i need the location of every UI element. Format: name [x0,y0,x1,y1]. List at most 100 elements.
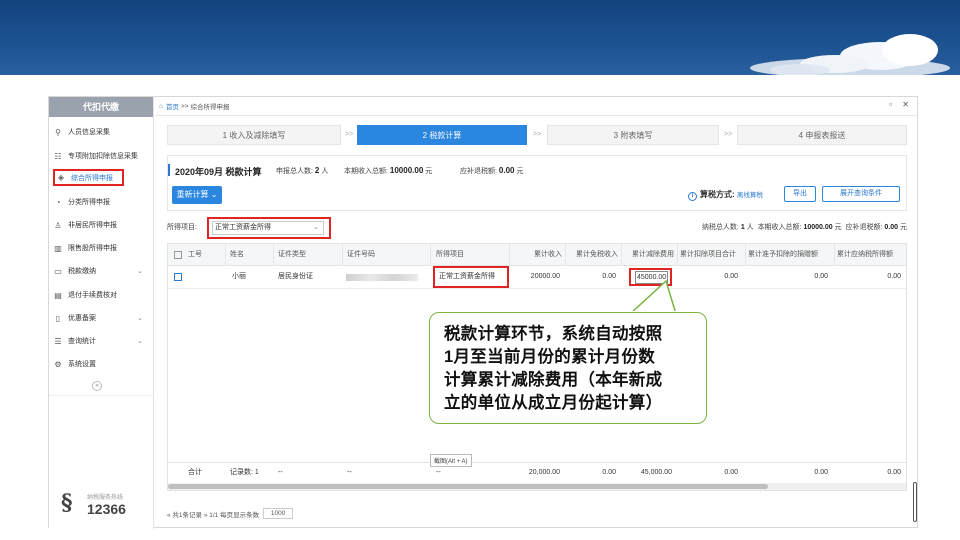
hotline-label: 纳税服务热线 [87,495,124,501]
header-id: 工号 [188,251,202,258]
folder-icon: ▭ [54,266,62,276]
sidebar-item-label: 优惠备案 [68,315,96,322]
row-cum-income: 20000.00 [530,273,560,280]
header-cum-deduction: 累计减除费用 [632,251,674,258]
header-id-type: 证件类型 [278,251,306,258]
export-button[interactable]: 导出 [784,186,816,202]
breadcrumb-separator: >> [180,102,189,110]
income-item-label: 所得项目: [167,224,197,231]
sidebar-item-label: 税款缴纳 [68,268,96,275]
summary-panel: 2020年09月 税款计算 申报总人数: 2 人 本期收入总额: 10000.0… [167,155,907,211]
header-income-item: 所得项目 [436,251,464,258]
tax-method: i 算税方式: 离线算税 [688,189,763,201]
hotline-number: 12366 [87,501,126,517]
sidebar-item-label: 非居民所得申报 [68,222,117,229]
collapse-sidebar-button[interactable]: « [92,381,102,391]
gear-icon: ⚙ [54,359,62,369]
scroll-thumb[interactable] [168,484,768,489]
header-cum-taxable: 累计应纳税所得额 [837,251,893,258]
sidebar-item-comprehensive-income[interactable]: ◈ 综合所得申报 [53,169,124,186]
sidebar: 代扣代缴 ⚲ 人员信息采集 ☷ 专项附加扣除信息采集 ◈ 综合所得申报 ◔ 分类所得申报… [49,97,154,529]
callout-line-3: 计算累计减除费用（本年新成 [444,371,663,389]
recalculate-button[interactable]: 重新计算 ⌄ [172,186,222,204]
sidebar-item-preferential[interactable]: ▯ 优惠备案 ⌄ [53,310,151,326]
sidebar-item-label: 人员信息采集 [68,129,110,136]
screenshot-tooltip: 截图(Alt + A) [430,454,472,467]
header-cum-income: 累计收入 [534,251,562,258]
highlight-box: 正常工资薪金所得 ⌄ [207,217,331,239]
hotline-block: § 纳税服务热线 12366 [61,490,149,522]
chevron-down-icon: ⌄ [137,315,143,322]
step-separator: >> [345,131,354,138]
header-id-number: 证件号码 [347,251,375,258]
callout-pointer [628,280,678,316]
pie-icon: ◔ [55,197,61,207]
header-cum-donation: 累计准予扣除的捐赠额 [748,251,818,258]
sidebar-item-label: 分类所得申报 [68,199,110,206]
step-separator: >> [724,131,733,138]
callout-line-4: 立的单位从成立月份起计算） [444,394,663,412]
sidebar-item-restricted-stock[interactable]: ▥ 限售股所得申报 [53,240,151,256]
sidebar-item-label: 综合所得申报 [71,174,113,182]
row-cum-donation: 0.00 [814,273,828,280]
sidebar-item-special-deduction[interactable]: ☷ 专项附加扣除信息采集 [53,148,151,164]
sidebar-item-settings[interactable]: ⚙ 系统设置 [53,356,151,372]
divider [155,115,919,116]
income-item-select[interactable]: 正常工资薪金所得 ⌄ [212,221,324,235]
sidebar-item-personnel[interactable]: ⚲ 人员信息采集 [53,124,151,140]
step-submit[interactable]: 4 申报表报送 [737,125,907,145]
step-attachment[interactable]: 3 附表填写 [547,125,719,145]
sidebar-item-nonresident[interactable]: ♙ 非居民所得申报 [53,217,151,233]
breadcrumb-home[interactable]: 首页 [166,101,179,111]
expand-query-button[interactable]: 展开查询条件 [822,186,900,202]
sidebar-item-query[interactable]: ☰ 查询统计 ⌄ [53,333,151,349]
breadcrumb: ⌂ 首页 >> 综合所得申报 [159,101,230,112]
user-icon: ♙ [54,220,62,230]
sidebar-item-label: 退付手续费核对 [68,292,117,299]
header-cum-exempt: 累计免税收入 [576,251,618,258]
masked-id-number [346,274,418,281]
period-title: 2020年09月 税款计算 [175,167,262,177]
page-size-input[interactable]: 1000 [263,508,294,519]
table-header: 工号 姓名 证件类型 证件号码 所得项目 累计收入 累计免税收入 累计减除费用 … [168,244,906,266]
sidebar-item-label: 查询统计 [68,338,96,345]
grid-icon: ☷ [54,151,62,161]
search-list-icon: ☰ [54,336,62,346]
select-all-checkbox[interactable] [174,251,182,259]
row-id-type: 居民身份证 [278,273,313,280]
pager-text[interactable]: « 共1条记录 » 1/1 每页显示条数 [167,509,259,519]
step-tax-calc[interactable]: 2 税款计算 [357,125,527,145]
doc-icon: ▤ [54,290,62,300]
home-icon[interactable]: ⌂ [159,103,163,110]
info-icon[interactable]: i [688,192,697,201]
step-bar: 1 收入及减除填写 >> 2 税款计算 >> 3 附表填写 >> 4 申报表报送 [167,125,907,145]
window-controls[interactable]: ▫ ✕ [889,100,913,109]
cloud-graphic [750,34,950,75]
step-income[interactable]: 1 收入及减除填写 [167,125,341,145]
sidebar-item-classified-income[interactable]: ◔ 分类所得申报 [53,194,151,210]
bar-chart-icon: ▥ [54,243,62,253]
filter-row: 所得项目: 正常工资薪金所得 ⌄ 纳税总人数: 1 人 本期收入总额: 10000… [167,217,907,239]
tax-method-value[interactable]: 离线算税 [737,192,763,199]
header-banner [0,0,960,75]
person-icon: ⚲ [55,127,61,137]
breadcrumb-current: 综合所得申报 [190,104,230,111]
sidebar-divider [49,395,153,396]
sidebar-item-tax-payment[interactable]: ▭ 税款缴纳 ⌄ [53,263,151,279]
file-icon: ▯ [55,313,61,323]
row-name: 小丽 [232,273,246,280]
sidebar-item-label: 系统设置 [68,361,96,368]
table-footer: 合计 记录数: 1 -- -- -- 20,000.00 0.00 45,000… [168,462,906,482]
callout-line-1: 税款计算环节，系统自动按照 [444,325,663,343]
table-row[interactable]: 小丽 居民身份证 正常工资薪金所得 20000.00 0.00 45000.00… [168,266,906,289]
title-accent [168,164,170,176]
horizontal-scrollbar[interactable] [168,483,906,490]
chevron-down-icon: ⌄ [137,268,143,275]
tax-logo-icon: § [61,490,73,516]
vertical-scrollbar[interactable] [913,482,917,522]
callout-line-2: 1月至当前月份的累计月份数 [444,348,656,366]
header-name: 姓名 [230,251,244,258]
sidebar-item-refund-fee[interactable]: ▤ 退付手续费核对 [53,287,151,303]
refund-stat: 应补退税额: 0.00 元 [460,166,524,175]
row-checkbox[interactable] [174,273,182,281]
